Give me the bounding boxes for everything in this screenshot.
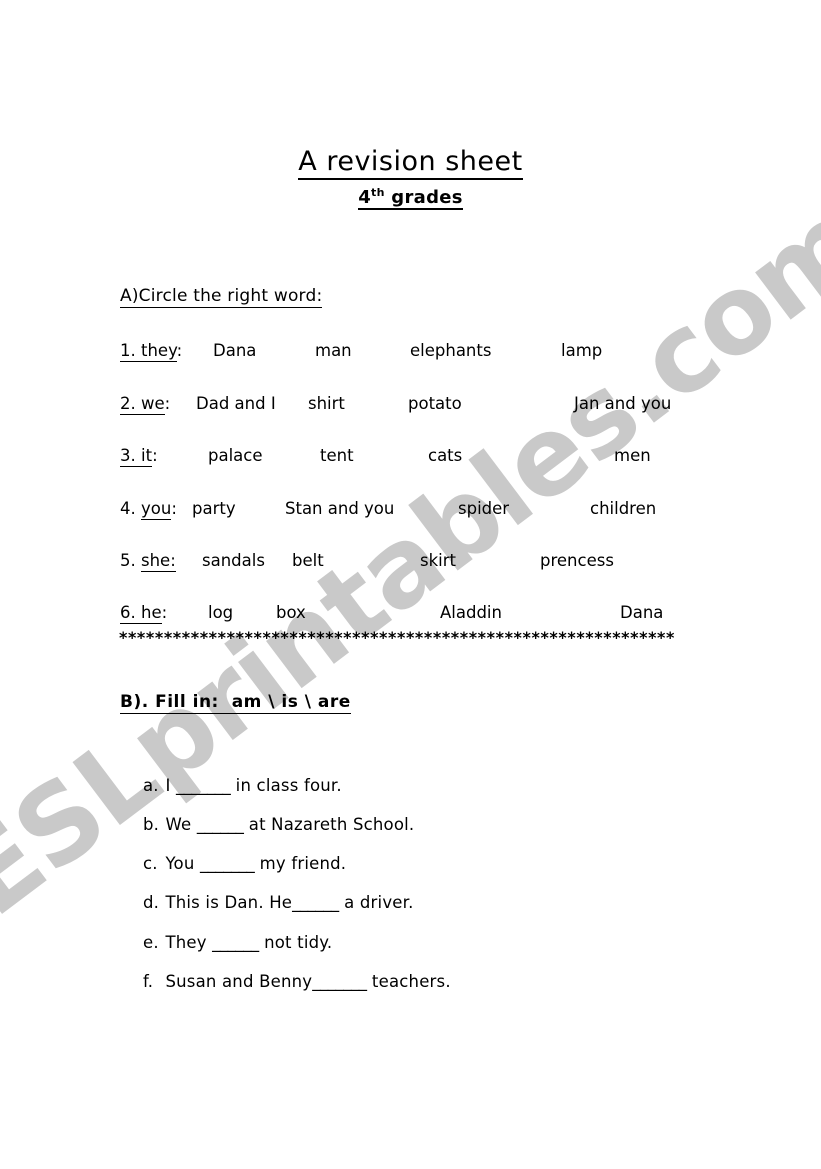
asterisk-divider: ****************************************… — [119, 628, 675, 647]
option-4-4[interactable]: children — [590, 499, 656, 518]
question-6-number: 6. — [120, 603, 136, 624]
question-row-2: 2. we: Dad and I shirt potato Jan and yo… — [120, 394, 720, 420]
question-1-colon: : — [176, 341, 183, 360]
fill-item-c: c. You _______ my friend. — [143, 854, 346, 873]
grade-ordinal: th — [371, 186, 385, 200]
option-3-4[interactable]: men — [614, 446, 651, 465]
option-6-1[interactable]: log — [208, 603, 233, 622]
question-4-label: 4. you: — [120, 499, 177, 520]
fill-item-b: b. We ______ at Nazareth School. — [143, 815, 414, 834]
fill-item-e-marker: e. — [143, 933, 159, 952]
question-row-4: 4. you: party Stan and you spider childr… — [120, 499, 720, 525]
option-6-4[interactable]: Dana — [620, 603, 663, 622]
question-5-pronoun: she: — [141, 551, 176, 572]
question-row-3: 3. it: palace tent cats men — [120, 446, 720, 472]
question-1-pronoun: they — [135, 341, 177, 362]
option-5-3[interactable]: skirt — [420, 551, 456, 570]
grade-word: grades — [391, 187, 463, 209]
question-3-pronoun: it — [135, 446, 153, 467]
fill-item-a: a. I _______ in class four. — [143, 776, 342, 795]
option-1-4[interactable]: lamp — [561, 341, 602, 360]
option-1-2[interactable]: man — [315, 341, 352, 360]
title-block: A revision sheet 4th grades — [0, 146, 821, 211]
fill-item-f: f. Susan and Benny_______ teachers. — [143, 972, 451, 991]
fill-item-a-marker: a. — [143, 776, 159, 795]
question-4-pronoun: you — [141, 499, 172, 520]
fill-item-f-blank[interactable]: _______ — [312, 972, 367, 991]
fill-item-d-marker: d. — [143, 893, 160, 912]
option-1-1[interactable]: Dana — [213, 341, 256, 360]
question-5-number: 5. — [120, 551, 136, 570]
question-6-pronoun: he — [135, 603, 162, 624]
page-title: A revision sheet — [298, 146, 523, 181]
fill-item-d-before: This is Dan. He — [165, 893, 293, 912]
fill-item-a-blank[interactable]: _______ — [176, 776, 231, 795]
fill-item-a-after: in class four. — [230, 776, 342, 795]
fill-item-e-before: They — [165, 933, 213, 952]
question-4-colon: : — [171, 499, 177, 518]
option-2-1[interactable]: Dad and I — [196, 394, 276, 413]
option-5-4[interactable]: prencess — [540, 551, 614, 570]
section-b-heading: B). Fill in: am \ is \ are — [120, 692, 351, 714]
section-a-heading: A)Circle the right word: — [120, 286, 323, 308]
fill-item-e-blank[interactable]: ______ — [212, 933, 259, 952]
grade-subtitle: 4th grades — [358, 186, 463, 211]
section-b-heading-options: am \ is \ are — [231, 692, 351, 712]
worksheet-content: A revision sheet 4th grades A)Circle the… — [0, 0, 821, 1169]
fill-item-b-marker: b. — [143, 815, 160, 834]
section-b-heading-prefix: B). Fill in: — [120, 692, 219, 712]
fill-item-e: e. They ______ not tidy. — [143, 933, 332, 952]
question-row-1: 1. they: Dana man elephants lamp — [120, 341, 720, 367]
option-4-1[interactable]: party — [192, 499, 236, 518]
fill-item-d: d. This is Dan. He______ a driver. — [143, 893, 414, 912]
fill-item-f-marker: f. — [143, 972, 154, 991]
fill-item-f-before: Susan and Benny — [165, 972, 313, 991]
fill-item-d-blank[interactable]: ______ — [292, 893, 339, 912]
fill-item-c-before: You — [165, 854, 200, 873]
option-2-4[interactable]: Jan and you — [574, 394, 671, 413]
option-3-2[interactable]: tent — [320, 446, 354, 465]
fill-item-e-after: not tidy. — [258, 933, 333, 952]
section-b-heading-text: B). Fill in: am \ is \ are — [120, 692, 351, 714]
option-3-3[interactable]: cats — [428, 446, 462, 465]
option-2-2[interactable]: shirt — [308, 394, 345, 413]
question-5-label: 5. she: — [120, 551, 176, 572]
fill-item-b-after: at Nazareth School. — [243, 815, 415, 834]
grade-number: 4 — [358, 187, 372, 209]
fill-item-f-after: teachers. — [366, 972, 451, 991]
question-1-number: 1. — [120, 341, 136, 362]
question-2-number: 2. — [120, 394, 136, 415]
option-6-3[interactable]: Aladdin — [440, 603, 502, 622]
question-1-label: 1. they: — [120, 341, 183, 362]
fill-item-c-marker: c. — [143, 854, 158, 873]
subtitle-wrap: 4th grades — [0, 186, 821, 211]
question-6-colon: : — [161, 603, 168, 622]
question-2-pronoun: we — [135, 394, 165, 415]
fill-item-b-blank[interactable]: ______ — [197, 815, 244, 834]
option-6-2[interactable]: box — [276, 603, 306, 622]
option-5-2[interactable]: belt — [292, 551, 324, 570]
option-4-3[interactable]: spider — [458, 499, 509, 518]
worksheet-page: ESLprintables.com A revision sheet 4th g… — [0, 0, 821, 1169]
question-3-label: 3. it: — [120, 446, 158, 467]
fill-item-c-after: my friend. — [254, 854, 347, 873]
question-3-colon: : — [152, 446, 158, 465]
fill-item-a-before: I — [165, 776, 176, 795]
option-5-1[interactable]: sandals — [202, 551, 265, 570]
question-6-label: 6. he: — [120, 603, 168, 624]
section-a-heading-text: A)Circle the right word: — [120, 286, 323, 308]
option-1-3[interactable]: elephants — [410, 341, 491, 360]
option-2-3[interactable]: potato — [408, 394, 462, 413]
fill-item-b-before: We — [165, 815, 197, 834]
question-row-6: 6. he: log box Aladdin Dana — [120, 603, 720, 629]
option-4-2[interactable]: Stan and you — [285, 499, 394, 518]
fill-item-c-blank[interactable]: _______ — [200, 854, 255, 873]
question-2-label: 2. we: — [120, 394, 171, 415]
fill-item-d-after: a driver. — [338, 893, 414, 912]
option-3-1[interactable]: palace — [208, 446, 263, 465]
question-4-number: 4. — [120, 499, 136, 518]
question-row-5: 5. she: sandals belt skirt prencess — [120, 551, 720, 577]
question-2-colon: : — [164, 394, 171, 413]
question-3-number: 3. — [120, 446, 136, 467]
